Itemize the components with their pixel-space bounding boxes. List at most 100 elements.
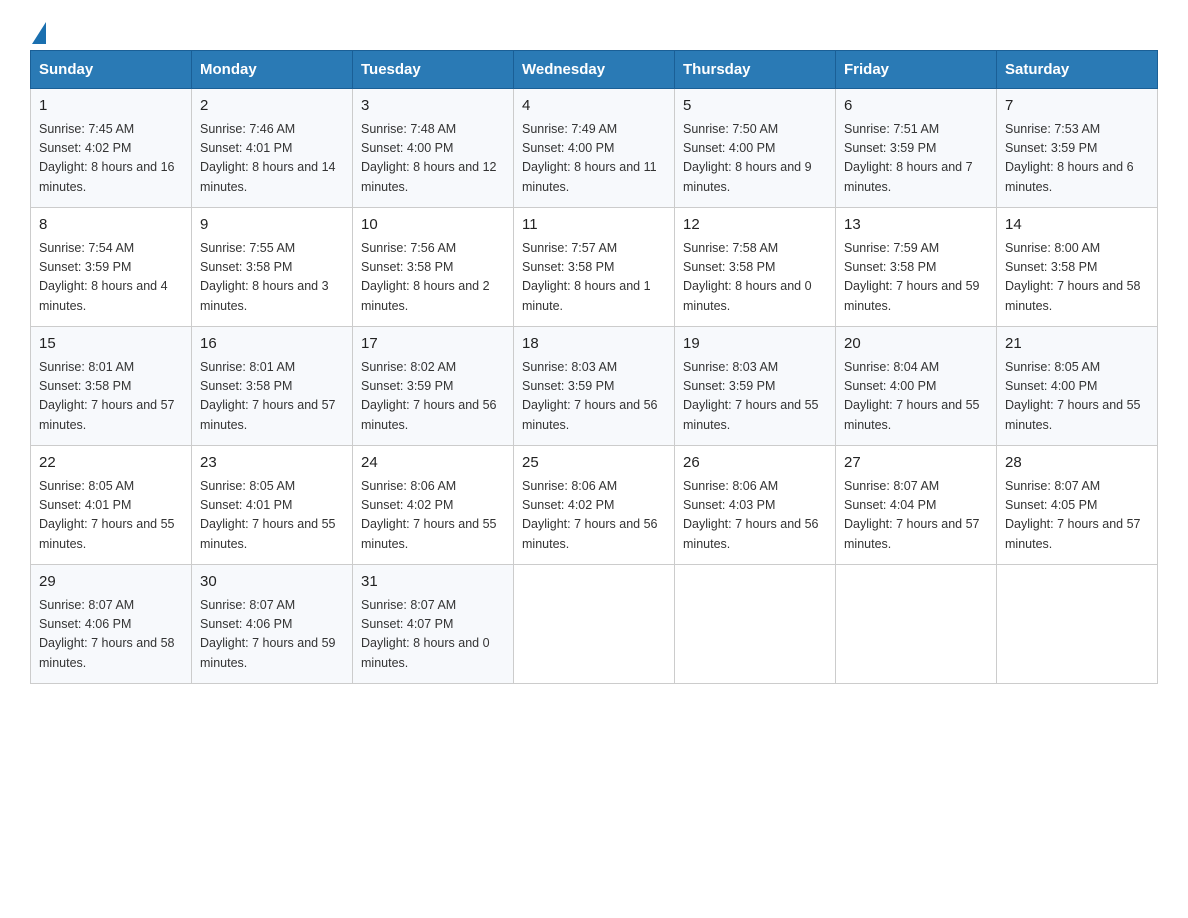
day-info: Sunrise: 8:07 AMSunset: 4:06 PMDaylight:… [200,598,336,670]
day-info: Sunrise: 7:48 AMSunset: 4:00 PMDaylight:… [361,122,497,194]
day-info: Sunrise: 7:57 AMSunset: 3:58 PMDaylight:… [522,241,651,313]
calendar-cell: 15 Sunrise: 8:01 AMSunset: 3:58 PMDayligh… [31,327,192,446]
day-number: 12 [683,214,827,237]
calendar-cell: 1 Sunrise: 7:45 AMSunset: 4:02 PMDaylight… [31,89,192,208]
day-number: 21 [1005,333,1149,356]
day-number: 18 [522,333,666,356]
day-number: 15 [39,333,183,356]
column-header-monday: Monday [192,51,353,89]
calendar-cell: 31 Sunrise: 8:07 AMSunset: 4:07 PMDayligh… [353,565,514,684]
calendar-cell: 7Sunrise: 7:53 AMSunset: 3:59 PMDaylight… [997,89,1158,208]
day-number: 26 [683,452,827,475]
day-info: Sunrise: 7:46 AMSunset: 4:01 PMDaylight:… [200,122,336,194]
day-number: 17 [361,333,505,356]
calendar-cell: 5Sunrise: 7:50 AMSunset: 4:00 PMDaylight… [675,89,836,208]
day-number: 11 [522,214,666,237]
calendar-cell: 10 Sunrise: 7:56 AMSunset: 3:58 PMDayligh… [353,208,514,327]
day-number: 30 [200,571,344,594]
day-info: Sunrise: 8:06 AMSunset: 4:02 PMDaylight:… [522,479,658,551]
calendar-cell: 18 Sunrise: 8:03 AMSunset: 3:59 PMDayligh… [514,327,675,446]
day-number: 1 [39,95,183,118]
column-header-sunday: Sunday [31,51,192,89]
day-number: 27 [844,452,988,475]
calendar-header-row: SundayMondayTuesdayWednesdayThursdayFrid… [31,51,1158,89]
calendar-cell: 29 Sunrise: 8:07 AMSunset: 4:06 PMDayligh… [31,565,192,684]
page-header [30,20,1158,40]
day-number: 25 [522,452,666,475]
calendar-cell: 16 Sunrise: 8:01 AMSunset: 3:58 PMDayligh… [192,327,353,446]
calendar-cell: 2 Sunrise: 7:46 AMSunset: 4:01 PMDaylight… [192,89,353,208]
calendar-cell: 19 Sunrise: 8:03 AMSunset: 3:59 PMDayligh… [675,327,836,446]
logo-triangle-icon [32,22,46,44]
calendar-cell [997,565,1158,684]
day-info: Sunrise: 7:54 AMSunset: 3:59 PMDaylight:… [39,241,168,313]
calendar-cell: 14 Sunrise: 8:00 AMSunset: 3:58 PMDayligh… [997,208,1158,327]
day-info: Sunrise: 7:58 AMSunset: 3:58 PMDaylight:… [683,241,812,313]
calendar-cell [514,565,675,684]
day-number: 14 [1005,214,1149,237]
day-number: 19 [683,333,827,356]
day-number: 20 [844,333,988,356]
day-info: Sunrise: 8:05 AMSunset: 4:01 PMDaylight:… [200,479,336,551]
day-info: Sunrise: 7:56 AMSunset: 3:58 PMDaylight:… [361,241,490,313]
day-info: Sunrise: 8:07 AMSunset: 4:04 PMDaylight:… [844,479,980,551]
calendar-cell: 27 Sunrise: 8:07 AMSunset: 4:04 PMDayligh… [836,446,997,565]
day-info: Sunrise: 8:07 AMSunset: 4:07 PMDaylight:… [361,598,490,670]
day-info: Sunrise: 8:06 AMSunset: 4:03 PMDaylight:… [683,479,819,551]
day-info: Sunrise: 8:03 AMSunset: 3:59 PMDaylight:… [522,360,658,432]
day-info: Sunrise: 8:00 AMSunset: 3:58 PMDaylight:… [1005,241,1141,313]
logo [30,20,46,40]
calendar-cell: 9Sunrise: 7:55 AMSunset: 3:58 PMDaylight… [192,208,353,327]
day-number: 13 [844,214,988,237]
day-info: Sunrise: 7:59 AMSunset: 3:58 PMDaylight:… [844,241,980,313]
day-info: Sunrise: 8:05 AMSunset: 4:01 PMDaylight:… [39,479,175,551]
day-number: 5 [683,95,827,118]
day-info: Sunrise: 8:07 AMSunset: 4:05 PMDaylight:… [1005,479,1141,551]
day-info: Sunrise: 7:51 AMSunset: 3:59 PMDaylight:… [844,122,973,194]
day-info: Sunrise: 8:01 AMSunset: 3:58 PMDaylight:… [200,360,336,432]
calendar-cell: 6 Sunrise: 7:51 AMSunset: 3:59 PMDaylight… [836,89,997,208]
day-number: 16 [200,333,344,356]
day-info: Sunrise: 8:07 AMSunset: 4:06 PMDaylight:… [39,598,175,670]
calendar-cell: 25 Sunrise: 8:06 AMSunset: 4:02 PMDayligh… [514,446,675,565]
column-header-saturday: Saturday [997,51,1158,89]
calendar-cell: 23 Sunrise: 8:05 AMSunset: 4:01 PMDayligh… [192,446,353,565]
day-info: Sunrise: 8:03 AMSunset: 3:59 PMDaylight:… [683,360,819,432]
column-header-friday: Friday [836,51,997,89]
day-number: 31 [361,571,505,594]
day-number: 4 [522,95,666,118]
day-info: Sunrise: 7:45 AMSunset: 4:02 PMDaylight:… [39,122,175,194]
calendar-cell: 12 Sunrise: 7:58 AMSunset: 3:58 PMDayligh… [675,208,836,327]
calendar-cell: 20Sunrise: 8:04 AMSunset: 4:00 PMDayligh… [836,327,997,446]
column-header-thursday: Thursday [675,51,836,89]
day-info: Sunrise: 7:49 AMSunset: 4:00 PMDaylight:… [522,122,657,194]
calendar-cell: 11 Sunrise: 7:57 AMSunset: 3:58 PMDayligh… [514,208,675,327]
calendar-cell: 28 Sunrise: 8:07 AMSunset: 4:05 PMDayligh… [997,446,1158,565]
day-info: Sunrise: 7:55 AMSunset: 3:58 PMDaylight:… [200,241,329,313]
column-header-tuesday: Tuesday [353,51,514,89]
calendar-cell: 8 Sunrise: 7:54 AMSunset: 3:59 PMDaylight… [31,208,192,327]
day-number: 10 [361,214,505,237]
day-number: 22 [39,452,183,475]
day-number: 2 [200,95,344,118]
calendar-week-row: 22 Sunrise: 8:05 AMSunset: 4:01 PMDayligh… [31,446,1158,565]
day-info: Sunrise: 8:06 AMSunset: 4:02 PMDaylight:… [361,479,497,551]
day-info: Sunrise: 8:01 AMSunset: 3:58 PMDaylight:… [39,360,175,432]
calendar-week-row: 8 Sunrise: 7:54 AMSunset: 3:59 PMDaylight… [31,208,1158,327]
column-header-wednesday: Wednesday [514,51,675,89]
calendar-cell: 4 Sunrise: 7:49 AMSunset: 4:00 PMDaylight… [514,89,675,208]
calendar-cell: 26 Sunrise: 8:06 AMSunset: 4:03 PMDayligh… [675,446,836,565]
calendar-cell [836,565,997,684]
day-number: 6 [844,95,988,118]
day-number: 8 [39,214,183,237]
calendar-cell: 24 Sunrise: 8:06 AMSunset: 4:02 PMDayligh… [353,446,514,565]
day-number: 24 [361,452,505,475]
day-number: 28 [1005,452,1149,475]
day-number: 23 [200,452,344,475]
day-number: 29 [39,571,183,594]
calendar-table: SundayMondayTuesdayWednesdayThursdayFrid… [30,50,1158,684]
calendar-cell: 13 Sunrise: 7:59 AMSunset: 3:58 PMDayligh… [836,208,997,327]
calendar-cell [675,565,836,684]
calendar-week-row: 29 Sunrise: 8:07 AMSunset: 4:06 PMDayligh… [31,565,1158,684]
calendar-cell: 3Sunrise: 7:48 AMSunset: 4:00 PMDaylight… [353,89,514,208]
